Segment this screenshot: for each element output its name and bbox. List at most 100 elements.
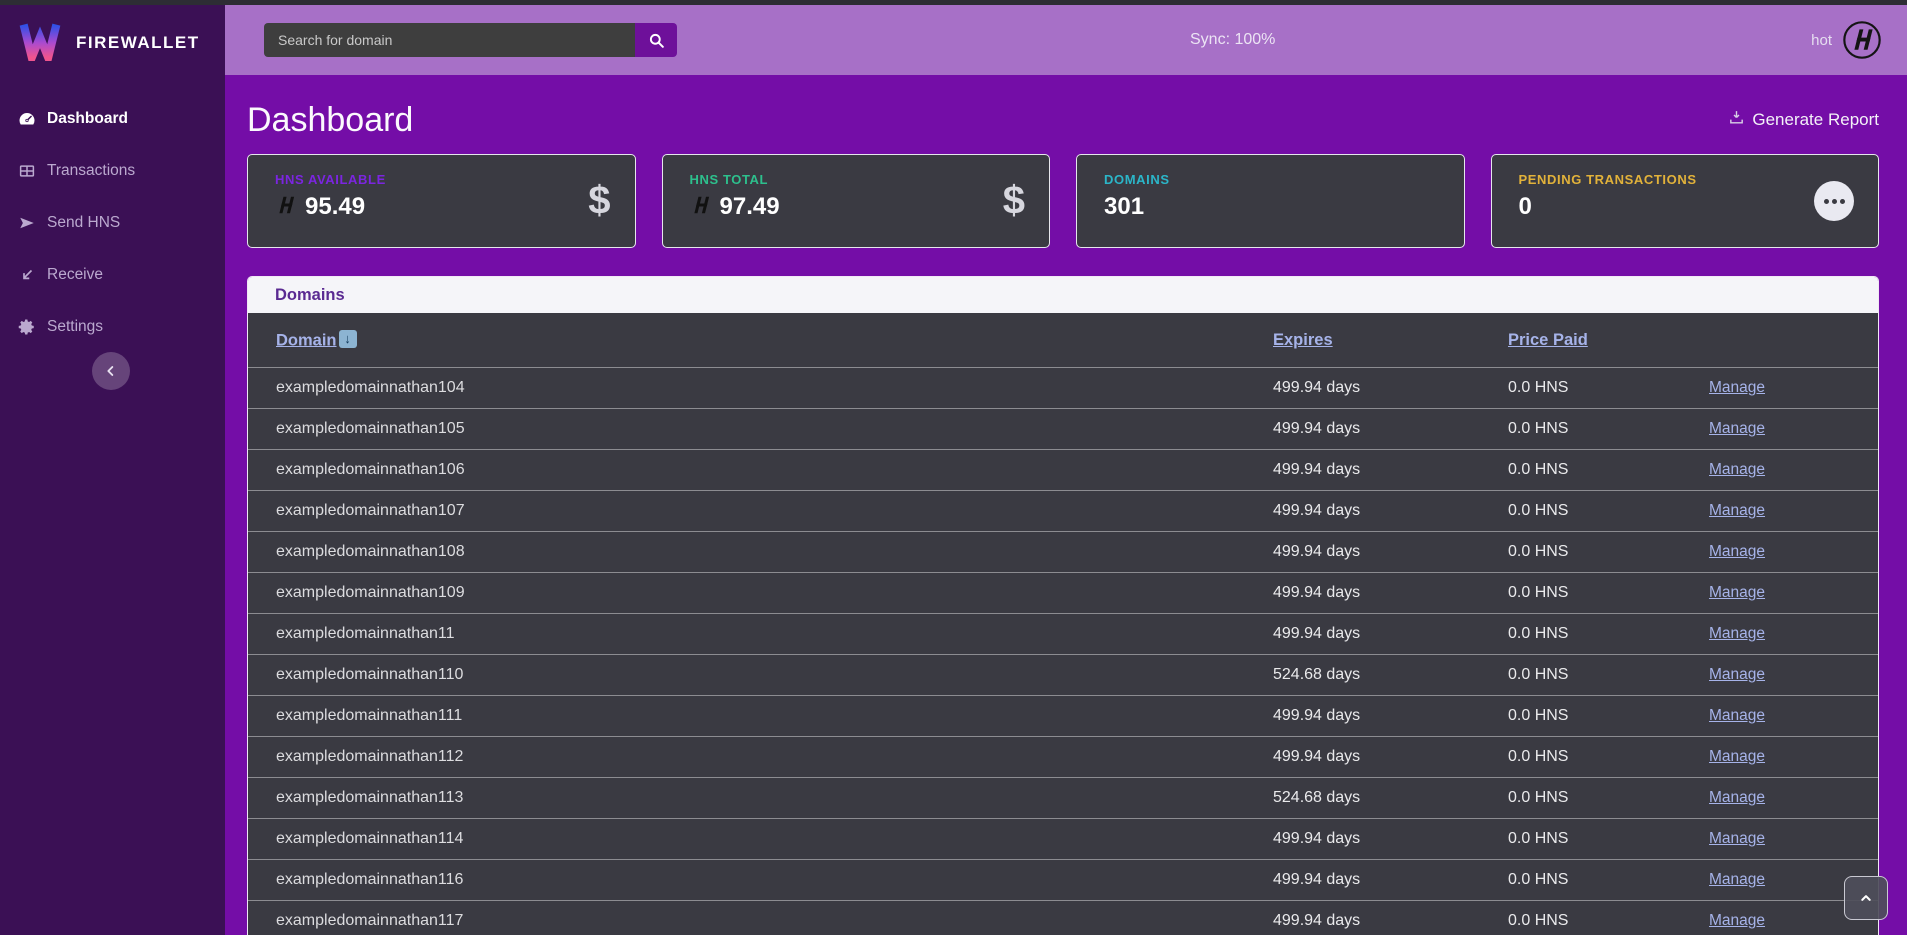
sidebar-item-dashboard[interactable]: Dashboard [0, 93, 225, 145]
stat-card-label: HNS TOTAL [690, 172, 1026, 187]
gauge-icon [17, 109, 37, 129]
manage-link[interactable]: Manage [1709, 871, 1765, 889]
stat-card-label: DOMAINS [1104, 172, 1440, 187]
table-row: exampledomainnathan113524.68 days0.0 HNS… [248, 778, 1878, 819]
table-row: exampledomainnathan108499.94 days0.0 HNS… [248, 532, 1878, 573]
manage-link[interactable]: Manage [1709, 543, 1765, 561]
domain-name-cell: exampledomainnathan112 [276, 748, 1273, 766]
domain-name-cell: exampledomainnathan105 [276, 420, 1273, 438]
expires-cell: 499.94 days [1273, 502, 1508, 520]
domain-name-cell: exampledomainnathan104 [276, 379, 1273, 397]
manage-link[interactable]: Manage [1709, 379, 1765, 397]
scroll-to-top-button[interactable] [1844, 876, 1888, 920]
domain-search [264, 23, 677, 57]
column-header-domain[interactable]: Domain [276, 331, 337, 349]
sidebar-nav: Dashboard Transactions Send HNS Receive Sett… [0, 93, 225, 353]
stat-card-value: 95.49 [305, 193, 365, 221]
page-title: Dashboard [247, 101, 413, 140]
manage-link[interactable]: Manage [1709, 707, 1765, 725]
search-input[interactable] [264, 23, 635, 57]
domains-table: Domain↓ Expires Price Paid exampledomain… [248, 313, 1878, 935]
manage-link[interactable]: Manage [1709, 502, 1765, 520]
column-header-expires[interactable]: Expires [1273, 331, 1508, 350]
search-button[interactable] [635, 23, 677, 57]
table-row: exampledomainnathan112499.94 days0.0 HNS… [248, 737, 1878, 778]
sidebar-item-transactions[interactable]: Transactions [0, 145, 225, 197]
table-row: exampledomainnathan104499.94 days0.0 HNS… [248, 368, 1878, 409]
price-paid-cell: 0.0 HNS [1508, 420, 1709, 438]
dollar-icon: $ [1003, 179, 1025, 224]
firewallet-logo-icon [18, 21, 62, 66]
sidebar-item-label: Send HNS [47, 214, 120, 232]
domains-panel: Domains Domain↓ Expires Price Paid examp… [247, 276, 1879, 935]
domain-name-cell: exampledomainnathan110 [276, 666, 1273, 684]
table-row: exampledomainnathan111499.94 days0.0 HNS… [248, 696, 1878, 737]
manage-link[interactable]: Manage [1709, 789, 1765, 807]
generate-report-button[interactable]: Generate Report [1728, 109, 1879, 131]
table-row: exampledomainnathan109499.94 days0.0 HNS… [248, 573, 1878, 614]
arrow-down-left-icon [17, 265, 37, 285]
table-row: exampledomainnathan116499.94 days0.0 HNS… [248, 860, 1878, 901]
stat-card-hns-available: HNS AVAILABLE95.49$ [247, 154, 636, 248]
sync-status: Sync: 100% [1190, 31, 1275, 49]
stat-cards-row: HNS AVAILABLE95.49$HNS TOTAL97.49$DOMAIN… [247, 154, 1879, 248]
price-paid-cell: 0.0 HNS [1508, 748, 1709, 766]
expires-cell: 499.94 days [1273, 625, 1508, 643]
domain-name-cell: exampledomainnathan113 [276, 789, 1273, 807]
sidebar-item-label: Transactions [47, 162, 135, 180]
brand-name: FIREWALLET [76, 33, 200, 53]
table-row: exampledomainnathan107499.94 days0.0 HNS… [248, 491, 1878, 532]
table-row: exampledomainnathan110524.68 days0.0 HNS… [248, 655, 1878, 696]
sidebar-item-receive[interactable]: Receive [0, 249, 225, 301]
stat-card-value: 301 [1104, 193, 1144, 221]
manage-link[interactable]: Manage [1709, 584, 1765, 602]
manage-link[interactable]: Manage [1709, 666, 1765, 684]
manage-link[interactable]: Manage [1709, 912, 1765, 930]
domain-name-cell: exampledomainnathan114 [276, 830, 1273, 848]
manage-link[interactable]: Manage [1709, 420, 1765, 438]
price-paid-cell: 0.0 HNS [1508, 666, 1709, 684]
expires-cell: 499.94 days [1273, 748, 1508, 766]
domain-name-cell: exampledomainnathan107 [276, 502, 1273, 520]
manage-link[interactable]: Manage [1709, 830, 1765, 848]
stat-card-hns-total: HNS TOTAL 97.49 $ [662, 154, 1051, 248]
column-header-price-paid[interactable]: Price Paid [1508, 331, 1709, 350]
price-paid-cell: 0.0 HNS [1508, 625, 1709, 643]
expires-cell: 499.94 days [1273, 461, 1508, 479]
handshake-wallet-icon[interactable] [1842, 20, 1882, 60]
topbar: Sync: 100% hot [225, 5, 1907, 75]
brand: FIREWALLET [0, 5, 225, 79]
main-content: Dashboard Generate Report HNS AVAILABLE9… [225, 75, 1907, 935]
table-row: exampledomainnathan117499.94 days0.0 HNS… [248, 901, 1878, 935]
expires-cell: 499.94 days [1273, 912, 1508, 930]
expires-cell: 499.94 days [1273, 707, 1508, 725]
domain-name-cell: exampledomainnathan108 [276, 543, 1273, 561]
expires-cell: 499.94 days [1273, 420, 1508, 438]
sidebar-collapse-button[interactable] [92, 352, 130, 390]
stat-card-domains: DOMAINS 301 [1076, 154, 1465, 248]
domain-name-cell: exampledomainnathan111 [276, 707, 1273, 725]
price-paid-cell: 0.0 HNS [1508, 543, 1709, 561]
sidebar: FIREWALLET Dashboard Transactions Send HNS… [0, 5, 225, 935]
price-paid-cell: 0.0 HNS [1508, 912, 1709, 930]
stat-card-value: 97.49 [720, 193, 780, 221]
sidebar-item-label: Settings [47, 318, 103, 336]
stat-card-label: PENDING TRANSACTIONS [1519, 172, 1855, 187]
manage-link[interactable]: Manage [1709, 625, 1765, 643]
sidebar-item-label: Dashboard [47, 110, 128, 128]
price-paid-cell: 0.0 HNS [1508, 707, 1709, 725]
expires-cell: 499.94 days [1273, 871, 1508, 889]
ellipsis-menu-icon[interactable] [1814, 181, 1854, 221]
dollar-icon: $ [588, 179, 610, 224]
hns-logo-icon [690, 194, 712, 221]
manage-link[interactable]: Manage [1709, 748, 1765, 766]
domain-name-cell: exampledomainnathan106 [276, 461, 1273, 479]
expires-cell: 524.68 days [1273, 789, 1508, 807]
table-row: exampledomainnathan11499.94 days0.0 HNSM… [248, 614, 1878, 655]
manage-link[interactable]: Manage [1709, 461, 1765, 479]
sidebar-item-send-hns[interactable]: Send HNS [0, 197, 225, 249]
sidebar-item-settings[interactable]: Settings [0, 301, 225, 353]
expires-cell: 499.94 days [1273, 379, 1508, 397]
hns-logo-icon [275, 194, 297, 221]
stat-card-value: 0 [1519, 193, 1532, 221]
